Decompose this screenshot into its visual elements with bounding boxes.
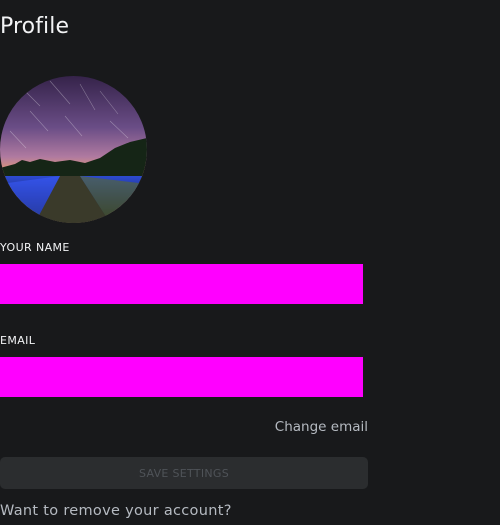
profile-page: Profile YOUR NAME EMAIL Change email SAV…	[0, 0, 500, 525]
email-label: EMAIL	[0, 334, 36, 347]
email-input[interactable]	[0, 357, 363, 397]
avatar[interactable]	[0, 76, 147, 223]
remove-account-link[interactable]: Want to remove your account?	[0, 503, 232, 519]
change-email-link[interactable]: Change email	[275, 419, 368, 435]
page-title: Profile	[0, 14, 70, 39]
save-settings-button[interactable]: SAVE SETTINGS	[0, 457, 368, 489]
name-input[interactable]	[0, 264, 363, 304]
avatar-image	[0, 76, 147, 223]
name-label: YOUR NAME	[0, 241, 70, 254]
